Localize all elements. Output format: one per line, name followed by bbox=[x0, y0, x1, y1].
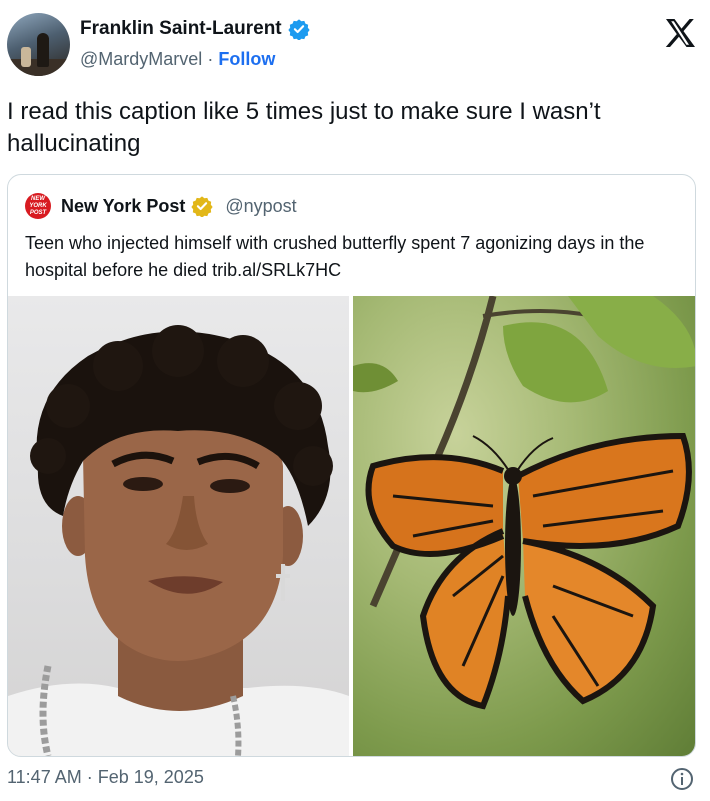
quoted-tweet-card[interactable]: NEW YORK POST New York Post @nypost Teen… bbox=[7, 174, 696, 757]
quoted-header: NEW YORK POST New York Post @nypost bbox=[25, 193, 297, 219]
info-icon[interactable] bbox=[670, 767, 694, 791]
x-logo-icon[interactable] bbox=[664, 18, 696, 48]
verified-badge-icon bbox=[288, 19, 310, 40]
gold-verified-badge-icon bbox=[191, 196, 214, 217]
butterfly-illustration bbox=[353, 296, 695, 710]
avatar-figure-secondary bbox=[21, 47, 31, 67]
quoted-media[interactable] bbox=[8, 296, 695, 756]
tweet-date: Feb 19, 2025 bbox=[97, 767, 204, 787]
quoted-handle[interactable]: @nypost bbox=[225, 196, 296, 217]
author-handle-row: @MardyMarvel · Follow bbox=[80, 49, 275, 70]
timestamp-separator: · bbox=[86, 767, 93, 787]
author-name-row: Franklin Saint-Laurent bbox=[80, 18, 310, 40]
follow-button[interactable]: Follow bbox=[218, 49, 275, 69]
teen-portrait-photo[interactable] bbox=[8, 296, 349, 756]
quoted-text: Teen who injected himself with crushed b… bbox=[25, 233, 645, 280]
tweet-text: I read this caption like 5 times just to… bbox=[7, 98, 601, 157]
nypost-avatar[interactable]: NEW YORK POST bbox=[25, 193, 51, 219]
author-handle[interactable]: @MardyMarvel bbox=[80, 49, 202, 69]
monarch-butterfly-photo[interactable] bbox=[353, 296, 695, 756]
handle-separator: · bbox=[207, 49, 214, 69]
tweet-time: 11:47 AM bbox=[7, 767, 82, 787]
tweet-timestamp[interactable]: 11:47 AM · Feb 19, 2025 bbox=[7, 767, 204, 788]
tweet-header: Franklin Saint-Laurent @MardyMarvel · Fo… bbox=[0, 0, 710, 90]
nypost-logo-text: NEW YORK POST bbox=[29, 195, 47, 216]
teen-portrait-illustration bbox=[8, 325, 349, 756]
author-avatar[interactable] bbox=[7, 13, 70, 76]
avatar-figure bbox=[37, 33, 49, 67]
quoted-display-name[interactable]: New York Post bbox=[61, 196, 185, 217]
author-display-name[interactable]: Franklin Saint-Laurent bbox=[80, 18, 282, 40]
